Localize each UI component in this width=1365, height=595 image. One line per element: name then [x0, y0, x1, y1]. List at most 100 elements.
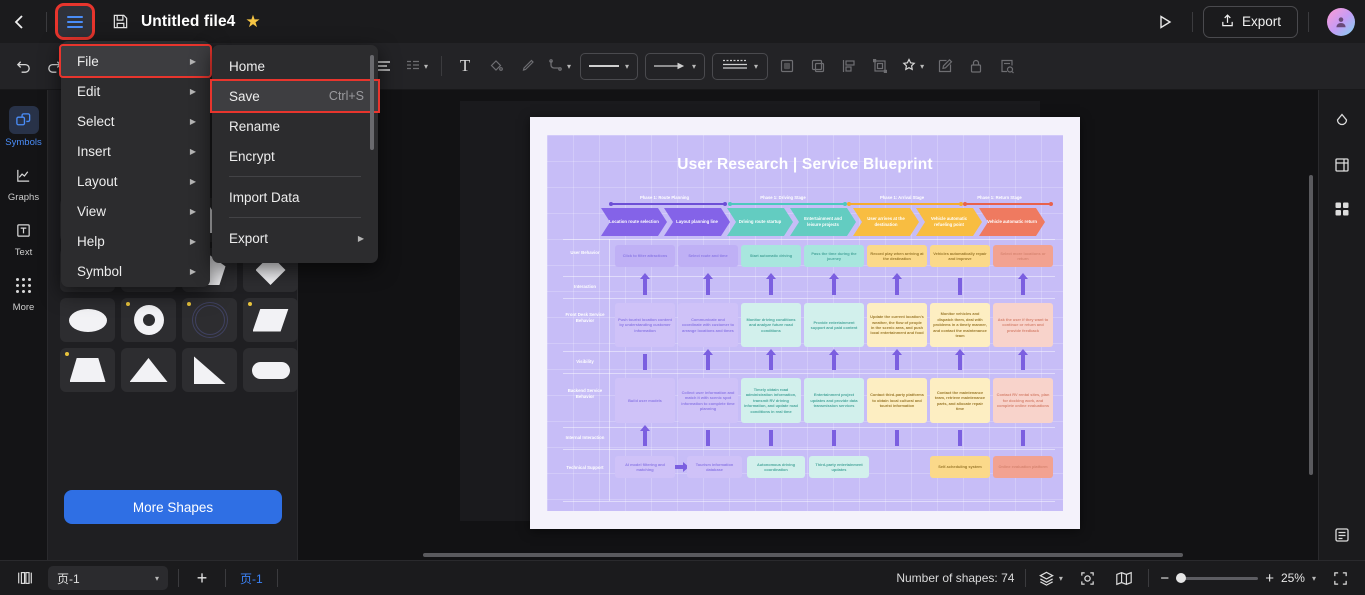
notes-icon[interactable] [1327, 520, 1357, 550]
menu-item-view[interactable]: View ▶ [61, 196, 210, 226]
shape-cell[interactable] [121, 348, 176, 392]
zoom-out-button[interactable]: − [1160, 570, 1169, 587]
blueprint-card[interactable]: AI model filtering and matching [615, 456, 675, 478]
find-replace-icon[interactable] [992, 51, 1022, 81]
zoom-slider-knob[interactable] [1176, 573, 1187, 583]
group-icon[interactable] [865, 51, 895, 81]
blueprint-card[interactable]: Provide entertainment support and paid c… [804, 303, 864, 347]
paint-bucket-icon[interactable] [481, 51, 511, 81]
sidebar-item-graphs[interactable]: Graphs [2, 155, 46, 210]
page-view-icon[interactable] [12, 566, 38, 590]
avatar[interactable] [1327, 7, 1355, 36]
stage-chevron[interactable]: Vehicle automatic refueling point [916, 208, 982, 236]
menu-item-rename[interactable]: Rename [212, 111, 378, 141]
blueprint-card[interactable]: Self-scheduling system [930, 456, 990, 478]
blueprint-card[interactable]: Monitor driving conditions and analyze f… [741, 303, 801, 347]
line-style-select[interactable]: ▾ [580, 52, 639, 80]
lock-icon[interactable] [961, 51, 991, 81]
blueprint-card[interactable]: Update the current location's weather, t… [867, 303, 927, 347]
horizontal-scrollbar[interactable] [298, 551, 1318, 559]
menu-item-select[interactable]: Select ▶ [61, 106, 210, 136]
blueprint-card[interactable]: Start automatic driving [741, 245, 801, 267]
menu-item-export[interactable]: Export ▶ [212, 223, 378, 253]
blueprint-card[interactable]: Communicate and coordinate with customer… [678, 303, 738, 347]
canvas-area[interactable]: User Research | Service Blueprint Phase … [298, 90, 1318, 560]
edit-pencil-icon[interactable] [930, 51, 960, 81]
shape-cell[interactable] [60, 348, 115, 392]
blueprint-card[interactable]: Autonomous driving coordination [747, 456, 805, 478]
shape-cell[interactable] [182, 348, 237, 392]
blueprint-card[interactable]: Record play when arriving at the destina… [867, 245, 927, 267]
fullscreen-icon[interactable] [1327, 566, 1353, 590]
vertical-scrollbar[interactable] [1309, 175, 1313, 475]
focus-icon[interactable] [1074, 566, 1100, 590]
blueprint-card[interactable]: Contact third-party platforms to obtain … [867, 378, 927, 423]
panels-grid-icon[interactable] [1327, 194, 1357, 224]
favorite-star-icon[interactable]: ★ [245, 12, 260, 32]
zoom-in-button[interactable]: + [1265, 570, 1274, 587]
bring-to-front-icon[interactable] [772, 51, 802, 81]
back-button[interactable] [0, 0, 40, 43]
arrow-style-select[interactable]: ▾ [645, 52, 706, 80]
stage-chevron[interactable]: Vehicle automatic return [979, 208, 1045, 236]
chevron-down-icon[interactable]: ▾ [1312, 574, 1316, 583]
page-tab[interactable]: 页-1 [236, 570, 267, 587]
blueprint-card[interactable]: Select route and time [678, 245, 738, 267]
blueprint-card[interactable]: Push tourist location content by underst… [615, 303, 675, 347]
blueprint-card[interactable]: Select more locations or return [993, 245, 1053, 267]
shape-cell[interactable] [182, 298, 237, 342]
menu-item-file[interactable]: File ▶ [59, 44, 212, 78]
stage-chevron[interactable]: Layout planning line [664, 208, 730, 236]
floppy-disk-icon[interactable] [112, 13, 129, 30]
more-shapes-button[interactable]: More Shapes [64, 490, 282, 524]
sidebar-item-symbols[interactable]: Symbols [2, 100, 46, 155]
sidebar-item-text[interactable]: Text [2, 210, 46, 265]
blueprint-card[interactable]: Collect user information and match it wi… [678, 378, 738, 423]
document-page[interactable]: User Research | Service Blueprint Phase … [530, 117, 1080, 529]
menu-item-save[interactable]: Save Ctrl+S [210, 79, 380, 113]
blueprint-card[interactable]: Vehicles automatically repair and improv… [930, 245, 990, 267]
present-play-button[interactable] [1148, 5, 1182, 39]
frame-icon[interactable] [1327, 150, 1357, 180]
file-submenu[interactable]: Home Save Ctrl+S Rename Encrypt Import D… [210, 45, 380, 263]
blueprint-card[interactable]: Tourism information database [687, 456, 742, 478]
blueprint-card[interactable]: Monitor vehicles and dispatch them, deal… [930, 303, 990, 347]
menu-item-help[interactable]: Help ▶ [61, 226, 210, 256]
menu-item-insert[interactable]: Insert ▶ [61, 136, 210, 166]
dash-style-select[interactable]: ▾ [712, 52, 769, 80]
align-objects-icon[interactable] [834, 51, 864, 81]
layers-icon[interactable]: ▾ [1037, 566, 1063, 590]
menu-item-layout[interactable]: Layout ▶ [61, 166, 210, 196]
main-menu[interactable]: File ▶ Edit ▶ Select ▶ Insert ▶ Layout ▶ View… [59, 41, 212, 287]
blueprint-card[interactable]: Pass the time during the journey [804, 245, 864, 267]
page-select[interactable]: 页-1 ▾ [48, 566, 168, 590]
blueprint-card[interactable]: Timely obtain road administration inform… [741, 378, 801, 423]
stage-chevron[interactable]: Location route selection [601, 208, 667, 236]
shape-cell[interactable] [121, 298, 176, 342]
stage-chevron[interactable]: User arrives at the destination [853, 208, 919, 236]
shape-cell[interactable] [60, 298, 115, 342]
brush-icon[interactable] [512, 51, 542, 81]
hamburger-menu-icon[interactable] [55, 3, 95, 40]
send-to-back-icon[interactable] [803, 51, 833, 81]
submenu-scrollbar[interactable] [370, 55, 374, 150]
blueprint-card[interactable]: Click to filter attractions [615, 245, 675, 267]
line-spacing-icon[interactable]: ▾ [400, 51, 433, 81]
minimap-icon[interactable] [1111, 566, 1137, 590]
undo-button[interactable] [8, 51, 38, 81]
menu-item-encrypt[interactable]: Encrypt [212, 141, 378, 171]
menu-item-home[interactable]: Home [212, 51, 378, 81]
text-box-button[interactable]: T [450, 51, 480, 81]
shape-cell[interactable] [243, 298, 298, 342]
blueprint-card[interactable]: Entertainment project updates and provid… [804, 378, 864, 423]
zoom-slider[interactable] [1176, 573, 1259, 583]
blueprint-card[interactable]: Online evaluation platform [993, 456, 1053, 478]
menu-item-symbol[interactable]: Symbol ▶ [61, 256, 210, 286]
stage-chevron[interactable]: Entertainment and leisure projects [790, 208, 856, 236]
sidebar-item-more[interactable]: More [2, 265, 46, 320]
blueprint-card[interactable]: Build user models [615, 378, 675, 423]
connector-icon[interactable]: ▾ [543, 51, 576, 81]
menu-item-import-data[interactable]: Import Data [212, 182, 378, 212]
blueprint-card[interactable]: Ask the user if they want to continue or… [993, 303, 1053, 347]
shape-cell[interactable] [243, 348, 298, 392]
